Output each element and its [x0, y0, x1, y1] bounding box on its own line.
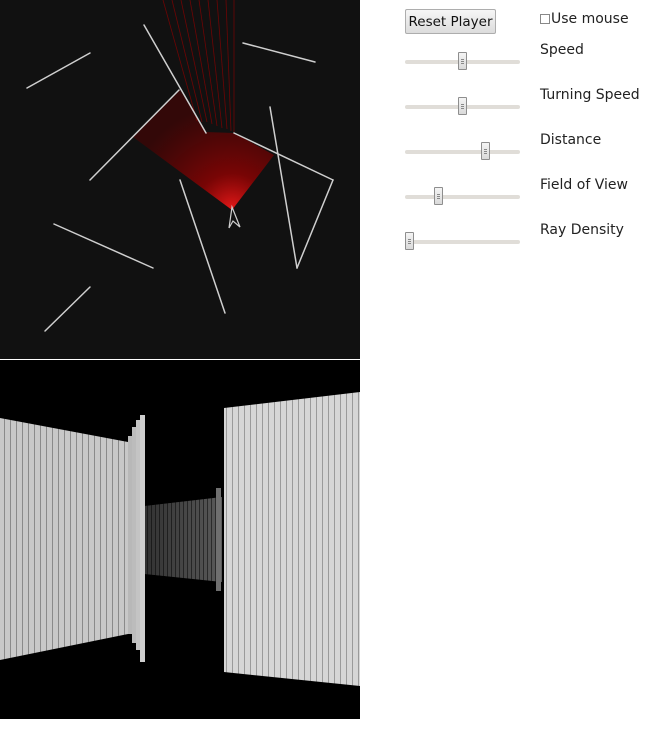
slider-track — [405, 195, 520, 199]
top-down-map — [0, 0, 360, 359]
field-of-view-slider[interactable] — [405, 187, 520, 207]
right-wall — [224, 392, 360, 686]
use-mouse-checkbox[interactable] — [540, 14, 550, 24]
far-wall-edge — [216, 488, 221, 591]
reset-player-button[interactable]: Reset Player — [405, 9, 496, 34]
use-mouse-label: Use mouse — [551, 11, 629, 27]
distance-label: Distance — [540, 132, 602, 148]
slider-thumb[interactable] — [458, 52, 467, 70]
turning-speed-slider[interactable] — [405, 97, 520, 117]
ray-density-label: Ray Density — [540, 222, 624, 238]
field-of-view-label: Field of View — [540, 177, 628, 193]
slider-track — [405, 240, 520, 244]
slider-track — [405, 150, 520, 154]
speed-slider[interactable] — [405, 52, 520, 72]
slider-thumb[interactable] — [458, 97, 467, 115]
speed-label: Speed — [540, 42, 584, 58]
turning-speed-label: Turning Speed — [540, 87, 640, 103]
raycast-3d-view — [0, 360, 360, 719]
distance-slider[interactable] — [405, 142, 520, 162]
slider-thumb[interactable] — [405, 232, 414, 250]
left-pillar — [128, 415, 145, 662]
slider-thumb[interactable] — [433, 187, 443, 205]
use-mouse-toggle[interactable]: Use mouse — [540, 11, 629, 27]
left-wall — [0, 418, 128, 660]
ray-density-slider[interactable] — [405, 232, 520, 252]
slider-thumb[interactable] — [481, 142, 491, 160]
